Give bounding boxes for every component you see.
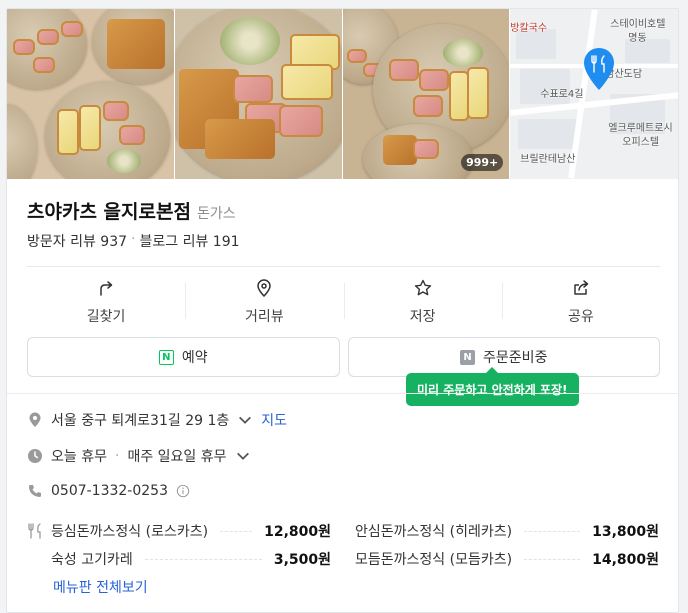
hours-row: 오늘 휴무 · 매주 일요일 휴무 bbox=[27, 446, 251, 466]
food-photo-3[interactable]: 999+ bbox=[342, 9, 510, 179]
full-menu-link[interactable]: 메뉴판 전체보기 bbox=[53, 577, 148, 597]
directions-button[interactable]: 길찾기 bbox=[27, 271, 185, 333]
map-pin-icon bbox=[584, 48, 615, 90]
location-marker-icon bbox=[29, 412, 41, 427]
chevron-down-icon[interactable] bbox=[237, 412, 253, 428]
address-text[interactable]: 서울 중구 퇴계로31길 29 1층 bbox=[51, 410, 229, 430]
visitor-reviews-link[interactable]: 방문자 리뷰 937 bbox=[27, 231, 127, 251]
food-photo-1[interactable] bbox=[7, 9, 174, 179]
info-icon[interactable] bbox=[176, 484, 190, 498]
directions-icon bbox=[100, 281, 113, 296]
phone-number[interactable]: 0507-1332-0253 bbox=[51, 483, 168, 499]
phone-row: 0507-1332-0253 bbox=[27, 483, 190, 499]
status-text: 오늘 휴무 bbox=[51, 449, 107, 465]
menu-row: 숙성 고기카레 3,500원 모듬돈까스정식 (모듬카츠) 14,800원 bbox=[27, 545, 660, 573]
action-bar: 길찾기 거리뷰 저장 공유 bbox=[27, 271, 660, 333]
fork-knife-icon bbox=[28, 523, 41, 539]
booking-buttons: N 예약 N 주문준비중 bbox=[27, 337, 660, 377]
map-label-brillante: 브릴란테남산 bbox=[520, 154, 576, 165]
map-label-street: 수표로4길 bbox=[540, 89, 584, 100]
share-button[interactable]: 공유 bbox=[501, 271, 660, 333]
photo-strip: 999+ 방칼국수 스테이비호텔 명동 남산도담 수표로4길 엘크루메트로시 오… bbox=[7, 9, 678, 179]
naver-order-icon: N bbox=[460, 349, 476, 365]
clock-icon bbox=[28, 449, 42, 463]
location-pin-icon bbox=[257, 279, 272, 298]
reserve-button[interactable]: N 예약 bbox=[27, 337, 340, 377]
menu-section: 등심돈까스정식 (로스카츠) 12,800원 안심돈까스정식 (히레카츠) 13… bbox=[27, 517, 660, 573]
review-summary: 방문자 리뷰 937 · 블로그 리뷰 191 bbox=[27, 231, 240, 251]
address-row: 서울 중구 퇴계로31길 29 1층 지도 bbox=[27, 410, 287, 430]
map-label-officetel-2: 오피스텔 bbox=[622, 137, 660, 148]
map-label-hotel: 스테이비호텔 bbox=[610, 19, 666, 30]
place-category: 돈가스 bbox=[196, 206, 236, 222]
place-name[interactable]: 츠야카츠 을지로본점 bbox=[27, 197, 191, 224]
map-label-kalguksu: 방칼국수 bbox=[510, 23, 548, 34]
map-link[interactable]: 지도 bbox=[261, 410, 287, 430]
map-label-myeongdong: 명동 bbox=[628, 33, 647, 44]
save-button[interactable]: 저장 bbox=[343, 271, 502, 333]
menu-item[interactable]: 등심돈까스정식 (로스카츠) 12,800원 bbox=[27, 521, 343, 541]
hours-text[interactable]: 매주 일요일 휴무 bbox=[127, 446, 226, 466]
location-map[interactable]: 방칼국수 스테이비호텔 명동 남산도담 수표로4길 엘크루메트로시 오피스텔 브… bbox=[510, 9, 678, 179]
place-card: 999+ 방칼국수 스테이비호텔 명동 남산도담 수표로4길 엘크루메트로시 오… bbox=[6, 8, 679, 613]
menu-item[interactable]: 숙성 고기카레 3,500원 bbox=[27, 549, 343, 569]
photo-count-badge: 999+ bbox=[461, 154, 504, 171]
street-view-button[interactable]: 거리뷰 bbox=[185, 271, 343, 333]
map-label-officetel-1: 엘크루메트로시 bbox=[608, 123, 673, 134]
phone-icon bbox=[29, 485, 41, 497]
share-icon bbox=[574, 280, 589, 295]
place-header: 츠야카츠 을지로본점 돈가스 bbox=[27, 197, 236, 224]
order-button[interactable]: N 주문준비중 bbox=[347, 337, 660, 377]
chevron-down-icon[interactable] bbox=[235, 448, 251, 464]
menu-item[interactable]: 모듬돈까스정식 (모듬카츠) 14,800원 bbox=[343, 549, 659, 569]
divider bbox=[7, 393, 678, 394]
menu-item[interactable]: 안심돈까스정식 (히레카츠) 13,800원 bbox=[343, 521, 659, 541]
divider bbox=[27, 266, 660, 267]
order-tooltip: 미리 주문하고 안전하게 포장! bbox=[406, 367, 579, 406]
star-icon bbox=[414, 279, 431, 296]
blog-reviews-link[interactable]: 블로그 리뷰 191 bbox=[139, 231, 239, 251]
menu-row: 등심돈까스정식 (로스카츠) 12,800원 안심돈까스정식 (히레카츠) 13… bbox=[27, 517, 660, 545]
food-photo-2[interactable] bbox=[174, 9, 342, 179]
naver-booking-icon: N bbox=[158, 349, 174, 365]
